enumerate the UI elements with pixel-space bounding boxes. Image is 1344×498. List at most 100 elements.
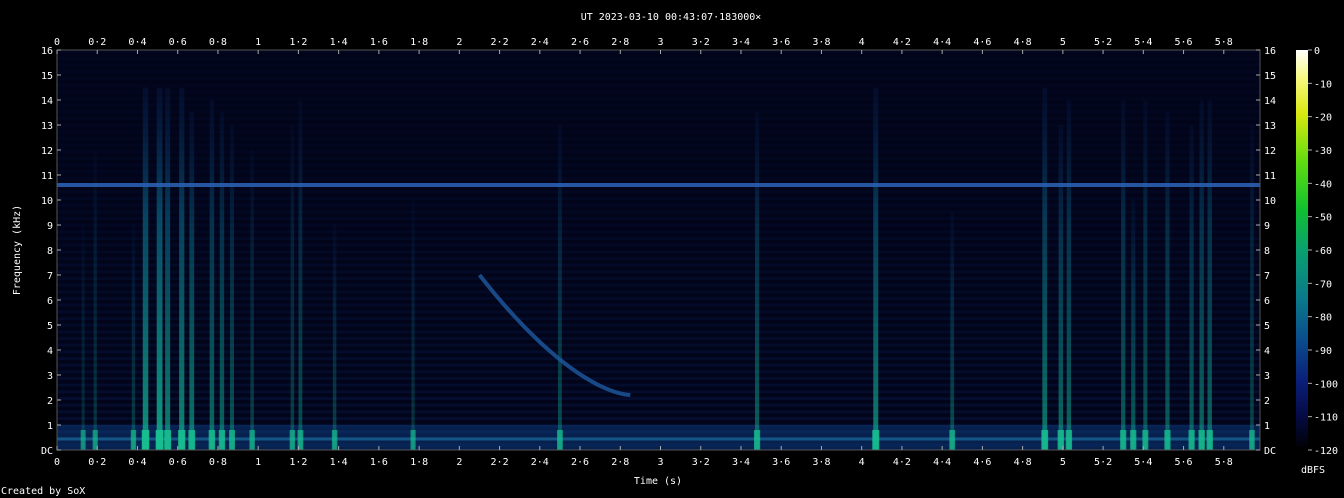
- x-tick-label-top: 4·6: [973, 37, 991, 48]
- low-frequency-line: [57, 437, 1260, 441]
- colorbar-ticks: 0 -10 -20 -30 -40 -50 -60 -70 -80 -90 -100 -110 -120: [1308, 46, 1338, 457]
- burst-mark: [1207, 100, 1212, 450]
- burst-mark: [1042, 87, 1048, 450]
- noise-band: [57, 130, 1260, 134]
- burst-mark: [230, 125, 235, 450]
- x-tick-label-top: 4: [859, 37, 865, 48]
- y-tick-label-right: 11: [1264, 171, 1276, 182]
- x-tick-label-top: 5·4: [1134, 37, 1152, 48]
- noise-band: [57, 397, 1260, 400]
- burst-mark: [873, 87, 879, 450]
- noise-band: [57, 103, 1260, 107]
- burst-mark: [298, 100, 303, 450]
- x-tick-label-top: 2·4: [531, 37, 549, 48]
- noise-band: [57, 357, 1260, 360]
- y-tick-label-right: 8: [1264, 246, 1270, 257]
- colorbar-tick-label: -40: [1314, 179, 1332, 190]
- x-tick-label-bottom: 2·2: [491, 457, 509, 468]
- burst-base-mark: [1164, 430, 1171, 450]
- noise-band: [57, 63, 1260, 67]
- noise-band: [57, 97, 1260, 100]
- colorbar-tick-label: -90: [1314, 346, 1332, 357]
- burst-base-mark: [1130, 430, 1137, 450]
- y-tick-label-left: 6: [47, 296, 53, 307]
- burst-mark: [142, 87, 149, 450]
- burst-mark: [131, 225, 136, 450]
- noise-band: [57, 143, 1260, 147]
- x-tick-label-top: 5·8: [1215, 37, 1233, 48]
- noise-band: [57, 343, 1260, 347]
- noise-band: [57, 230, 1260, 234]
- y-tick-label-right: 3: [1264, 371, 1270, 382]
- colorbar-tick-label: -60: [1314, 246, 1332, 257]
- noise-band: [57, 110, 1260, 114]
- noise-band: [57, 210, 1260, 214]
- x-tick-label-bottom: 3·8: [812, 457, 830, 468]
- burst-base-mark: [155, 430, 164, 450]
- x-tick-label-bottom: 0: [54, 457, 60, 468]
- x-tick-label-top: 3·6: [772, 37, 790, 48]
- x-tick-label-bottom: 5: [1060, 457, 1066, 468]
- colorbar-tick-label: -10: [1314, 79, 1332, 90]
- noise-band: [57, 417, 1260, 420]
- burst-mark: [179, 87, 185, 450]
- burst-mark: [411, 200, 415, 450]
- burst-base-mark: [1206, 430, 1213, 450]
- burst-mark: [558, 125, 562, 450]
- burst-base-mark: [331, 430, 338, 450]
- x-tick-label-top: 4·2: [893, 37, 911, 48]
- burst-base-mark: [208, 430, 216, 450]
- burst-mark: [332, 225, 337, 450]
- noise-band: [57, 157, 1260, 160]
- x-tick-label-bottom: 3·6: [772, 457, 790, 468]
- noise-band: [57, 377, 1260, 380]
- x-tick-label-top: 1·4: [330, 37, 348, 48]
- colorbar-tick-label: -20: [1314, 113, 1332, 124]
- colorbar-tick-label: -80: [1314, 313, 1332, 324]
- noise-band: [57, 323, 1260, 327]
- colorbar-tick-label: 0: [1314, 46, 1320, 57]
- burst-mark: [1058, 125, 1064, 450]
- x-tick-label-bottom: 4·6: [973, 457, 991, 468]
- x-tick-label-top: 1·6: [370, 37, 388, 48]
- burst-mark: [250, 150, 254, 450]
- noise-band: [57, 383, 1260, 387]
- y-tick-label-left: 13: [41, 121, 53, 132]
- y-tick-label-right: 6: [1264, 296, 1270, 307]
- noise-band: [57, 310, 1260, 314]
- x-tick-label-top: 3·2: [692, 37, 710, 48]
- burst-mark: [754, 112, 760, 450]
- x-tick-label-top: 2: [456, 37, 462, 48]
- burst-base-mark: [1249, 430, 1255, 450]
- x-tick-label-top: 1·2: [289, 37, 307, 48]
- burst-mark: [93, 150, 97, 450]
- y-tick-label-right: 16: [1264, 46, 1276, 57]
- y-tick-label-left: 2: [47, 396, 53, 407]
- y-tick-label-left: 9: [47, 221, 53, 232]
- horizontal-tone: [57, 183, 1260, 187]
- burst-base-mark: [80, 430, 86, 450]
- burst-mark: [165, 87, 171, 450]
- plot-area: [57, 50, 1260, 450]
- burst-mark: [1066, 100, 1072, 450]
- x-tick-label-bottom: 1·6: [370, 457, 388, 468]
- x-tick-label-top: 5·2: [1094, 37, 1112, 48]
- x-tick-label-bottom: 4·8: [1014, 457, 1032, 468]
- noise-band: [57, 390, 1260, 394]
- x-tick-label-bottom: 4·4: [933, 457, 951, 468]
- noise-band: [57, 217, 1260, 220]
- x-tick-label-bottom: 3: [657, 457, 663, 468]
- y-tick-label-right: 4: [1264, 346, 1270, 357]
- noise-band: [57, 337, 1260, 340]
- noise-band: [57, 403, 1260, 407]
- noise-band: [57, 177, 1260, 180]
- x-tick-label-bottom: 1·2: [289, 457, 307, 468]
- x-tick-label-bottom: 5·8: [1215, 457, 1233, 468]
- colorbar-label: dBFS: [1301, 465, 1325, 476]
- x-tick-label-bottom: 3·2: [692, 457, 710, 468]
- colorbar-tick-label: -120: [1314, 446, 1338, 457]
- noise-band: [57, 50, 1260, 54]
- noise-band: [57, 303, 1260, 307]
- colorbar-tick-label: -50: [1314, 213, 1332, 224]
- noise-band: [57, 83, 1260, 87]
